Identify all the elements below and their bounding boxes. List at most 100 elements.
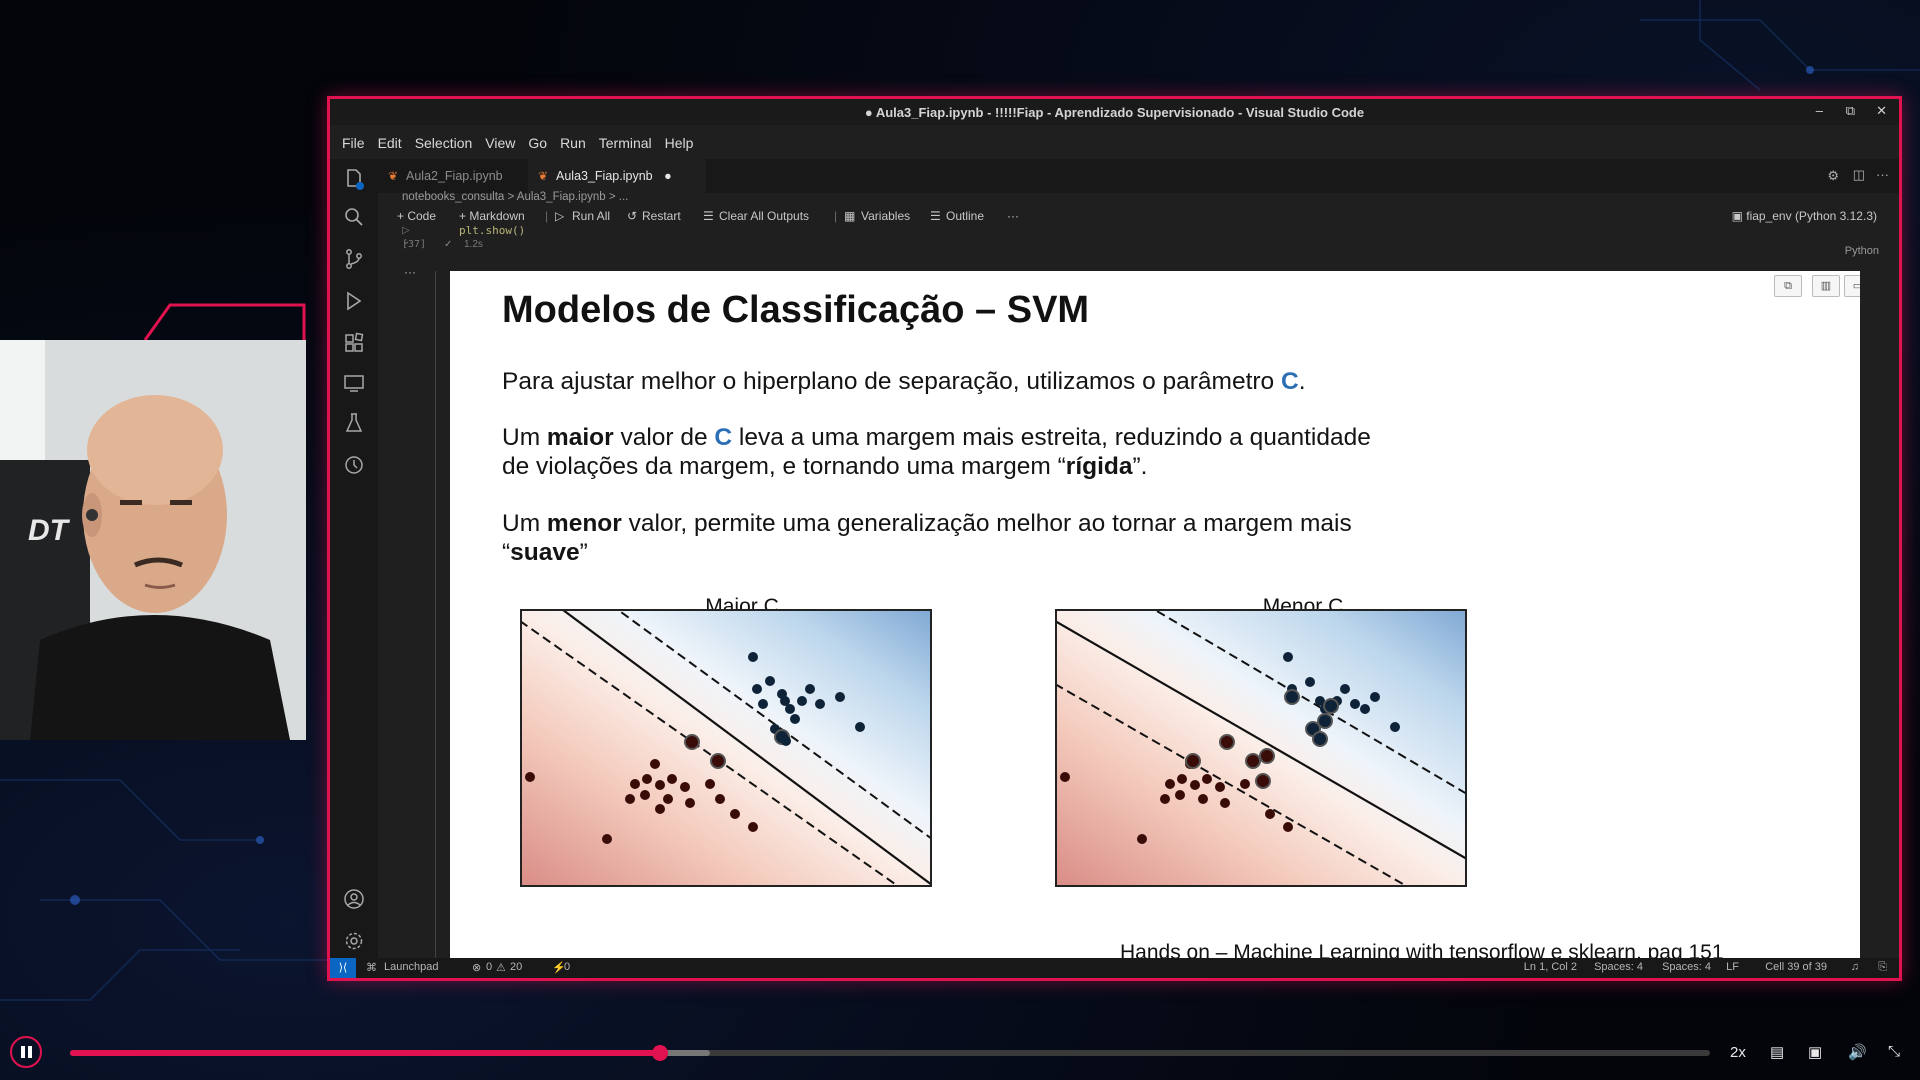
svm-plot-maior-c — [520, 609, 932, 887]
data-point — [625, 794, 635, 804]
launchpad-button[interactable]: Launchpad — [384, 961, 438, 973]
notebook-toolbar: + Code + Markdown | ▷ Run All ↺ Restart … — [397, 209, 1877, 223]
settings-gear-icon[interactable] — [342, 929, 366, 953]
data-point — [752, 684, 762, 694]
data-point — [815, 699, 825, 709]
playback-speed-button[interactable]: 2x — [1730, 1044, 1746, 1061]
chart-output-icon[interactable]: ▥ — [1812, 275, 1840, 297]
data-point — [655, 780, 665, 790]
menu-run[interactable]: Run — [560, 135, 586, 155]
progress-bar[interactable] — [70, 1045, 1710, 1061]
title-bar: ● Aula3_Fiap.ipynb - !!!!!Fiap - Aprendi… — [330, 99, 1899, 125]
account-icon[interactable] — [342, 887, 366, 911]
add-markdown-button[interactable]: + Markdown — [459, 209, 525, 223]
status-bar: ⟩⟨ ⌘ Launchpad ⊗ 0 ⚠ 20 ⚡ 0 Ln 1, Col 2 … — [330, 958, 1899, 978]
timeline-icon[interactable] — [342, 453, 366, 477]
pause-button[interactable] — [10, 1036, 42, 1068]
breadcrumb[interactable]: notebooks_consulta > Aula3_Fiap.ipynb > … — [402, 191, 628, 203]
outline-button[interactable]: Outline — [946, 209, 984, 223]
data-point — [710, 753, 726, 769]
copy-output-icon[interactable]: ⧉ — [1774, 275, 1802, 297]
eol-indicator[interactable]: LF — [1726, 961, 1739, 973]
add-code-button[interactable]: + Code — [397, 209, 436, 223]
errors-count[interactable]: 0 — [486, 961, 492, 973]
data-point — [1220, 798, 1230, 808]
close-icon[interactable]: ✕ — [1876, 103, 1887, 119]
code-line[interactable]: plt.show() — [459, 224, 525, 237]
menu-view[interactable]: View — [485, 135, 515, 155]
variables-icon: ▦ — [844, 209, 856, 223]
restore-icon[interactable]: ⧉ — [1846, 103, 1855, 119]
toolbar-more-button[interactable]: ··· — [1007, 209, 1019, 223]
data-point — [748, 822, 758, 832]
svg-text:DT: DT — [28, 514, 71, 547]
clear-outputs-icon: ☰ — [703, 209, 714, 223]
data-point — [1202, 774, 1212, 784]
ports-count[interactable]: 0 — [564, 961, 570, 973]
data-point — [663, 794, 673, 804]
slide-paragraph-2: Um maior valor de C leva a uma margem ma… — [502, 424, 1371, 480]
menu-file[interactable]: File — [342, 135, 365, 155]
data-point — [765, 676, 775, 686]
menu-help[interactable]: Help — [665, 135, 694, 155]
volume-icon[interactable]: 🔊 — [1848, 1043, 1867, 1061]
cell-indicator[interactable]: Cell 39 of 39 — [1765, 961, 1827, 973]
data-point — [1175, 790, 1185, 800]
data-point — [1177, 774, 1187, 784]
menu-edit[interactable]: Edit — [378, 135, 402, 155]
clear-outputs-button[interactable]: Clear All Outputs — [719, 209, 809, 223]
kernel-selector[interactable]: ▣ fiap_env (Python 3.12.3) — [1732, 209, 1877, 223]
data-point — [525, 772, 535, 782]
indentation-2[interactable]: Spaces: 4 — [1662, 961, 1711, 973]
data-point — [1283, 652, 1293, 662]
search-icon[interactable] — [342, 205, 366, 229]
decision-region-background — [520, 609, 932, 887]
run-all-button[interactable]: Run All — [572, 209, 610, 223]
extensions-icon[interactable] — [342, 331, 366, 355]
menu-selection[interactable]: Selection — [415, 135, 473, 155]
data-point — [1160, 794, 1170, 804]
captions-icon[interactable]: ▤ — [1770, 1043, 1784, 1061]
variables-button[interactable]: Variables — [861, 209, 910, 223]
run-debug-icon[interactable] — [342, 289, 366, 313]
explorer-icon[interactable] — [342, 167, 366, 191]
errors-icon: ⊗ — [472, 962, 482, 974]
cursor-position[interactable]: Ln 1, Col 2 — [1524, 961, 1577, 973]
testing-icon[interactable] — [342, 411, 366, 435]
notifications-icon[interactable]: ⎘ — [1878, 961, 1887, 974]
restart-icon: ↺ — [627, 209, 638, 223]
data-point — [640, 790, 650, 800]
cell-more-button[interactable]: ··· — [404, 265, 416, 279]
indentation-1[interactable]: Spaces: 4 — [1594, 961, 1643, 973]
gear-icon[interactable]: ⚙ — [1827, 168, 1839, 184]
source-control-icon[interactable] — [342, 247, 366, 271]
data-point — [835, 692, 845, 702]
cell-language[interactable]: Python — [1845, 245, 1879, 257]
play-icon: ▷ — [555, 209, 565, 223]
split-editor-icon[interactable]: ◫ — [1853, 167, 1865, 183]
warnings-count[interactable]: 20 — [510, 961, 522, 973]
more-actions-icon[interactable]: ··· — [1876, 167, 1889, 182]
menu-terminal[interactable]: Terminal — [599, 135, 652, 155]
minimize-icon[interactable]: – — [1816, 103, 1823, 118]
tab-aula3[interactable]: ❦ Aula3_Fiap.ipynb ● — [528, 159, 706, 193]
remote-icon[interactable]: ⟩⟨ — [330, 958, 356, 978]
data-point — [1165, 779, 1175, 789]
data-point — [758, 699, 768, 709]
vscode-window: ● Aula3_Fiap.ipynb - !!!!!Fiap - Aprendi… — [327, 96, 1902, 981]
output-gutter — [425, 271, 447, 961]
data-point — [1360, 704, 1370, 714]
data-point — [1390, 722, 1400, 732]
remote-explorer-icon[interactable] — [342, 371, 366, 395]
menu-go[interactable]: Go — [528, 135, 547, 155]
slide-title: Modelos de Classificação – SVM — [502, 289, 1090, 331]
picture-in-picture-icon[interactable]: ▣ — [1808, 1043, 1822, 1061]
restart-button[interactable]: Restart — [642, 209, 681, 223]
bell-icon[interactable]: ♫ — [1851, 961, 1859, 973]
execution-count: [37] — [402, 239, 427, 250]
save-output-icon[interactable]: ▭ — [1844, 275, 1860, 297]
data-point — [705, 779, 715, 789]
launchpad-icon: ⌘ — [366, 962, 377, 974]
slide-paragraph-3: Um menor valor, permite uma generalizaçã… — [502, 510, 1352, 566]
fullscreen-exit-icon[interactable]: ⤡ — [1888, 1043, 1900, 1060]
